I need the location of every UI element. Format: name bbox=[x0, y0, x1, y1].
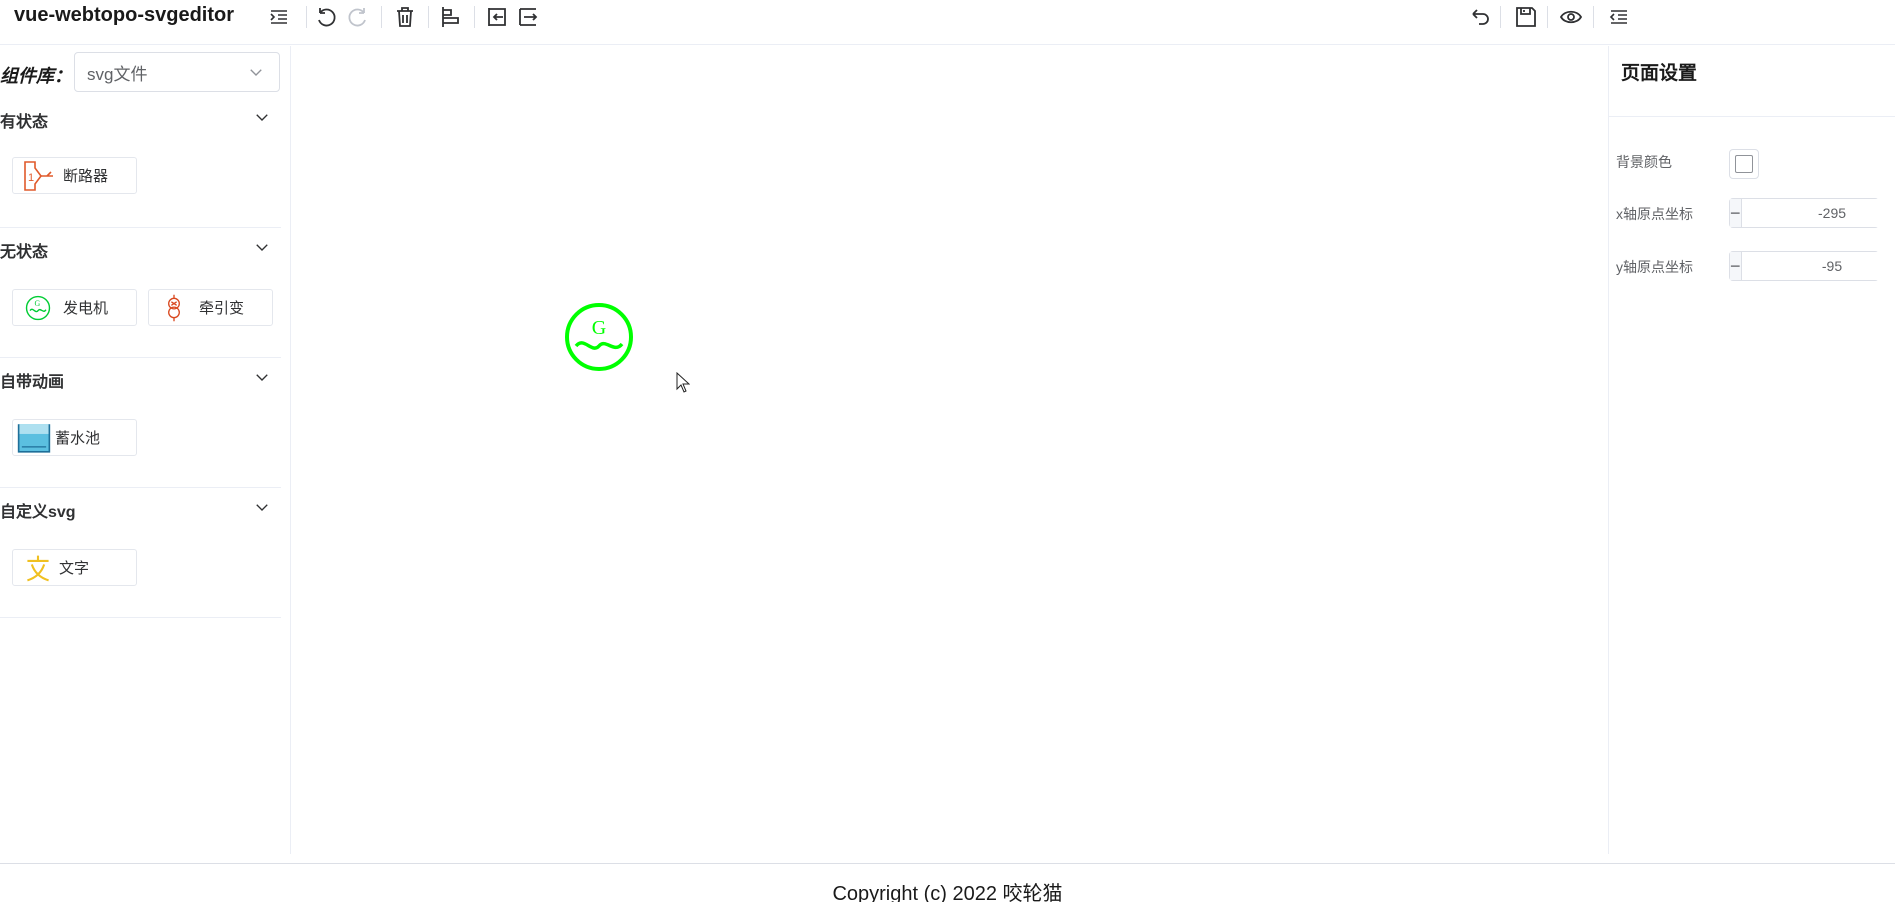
color-swatch bbox=[1735, 155, 1753, 173]
mouse-cursor-icon bbox=[676, 372, 690, 393]
component-item-circuit-breaker[interactable]: 1 断路器 bbox=[12, 157, 137, 194]
indent-icon[interactable] bbox=[266, 4, 292, 30]
category-title: 无状态 bbox=[0, 244, 49, 261]
component-label: 文字 bbox=[59, 560, 90, 577]
chevron-down-icon[interactable] bbox=[253, 238, 271, 256]
generator-icon: G bbox=[21, 291, 55, 325]
return-icon[interactable] bbox=[1467, 4, 1493, 30]
category-title: 有状态 bbox=[0, 114, 49, 131]
category-title: 自带动画 bbox=[0, 374, 65, 391]
library-select[interactable]: svg文件 bbox=[74, 52, 280, 92]
category-header[interactable]: 无状态 bbox=[0, 228, 281, 268]
undo-icon[interactable] bbox=[313, 4, 339, 30]
y-origin-stepper: − + bbox=[1729, 251, 1895, 281]
component-library-panel: 组件库： svg文件 有状态 1 断路器 无状态 G 发电机 牵引变 自带动画 … bbox=[0, 46, 291, 854]
redo-icon[interactable] bbox=[345, 4, 371, 30]
copyright-text: Copyright (c) 2022 咬轮猫 bbox=[832, 883, 1063, 902]
x-origin-label: x轴原点坐标 bbox=[1616, 206, 1693, 222]
component-label: 蓄水池 bbox=[55, 430, 101, 447]
category-title: 自定义svg bbox=[0, 504, 76, 521]
category-animated: 自带动画 蓄水池 bbox=[0, 358, 281, 488]
app-root: vue-webtopo-svgeditor 组件库： svg文件 有状态 1 断… bbox=[0, 0, 1895, 902]
category-header[interactable]: 自定义svg bbox=[0, 488, 281, 528]
svg-text:1: 1 bbox=[28, 172, 34, 184]
traction-transformer-icon bbox=[157, 291, 191, 325]
library-select-value: svg文件 bbox=[87, 64, 148, 84]
delete-icon[interactable] bbox=[392, 4, 418, 30]
outdent-icon[interactable] bbox=[1606, 4, 1632, 30]
y-origin-label: y轴原点坐标 bbox=[1616, 259, 1693, 275]
reservoir-icon bbox=[17, 421, 51, 455]
category-stateful: 有状态 1 断路器 bbox=[0, 98, 281, 228]
chevron-down-icon bbox=[250, 69, 262, 76]
category-header[interactable]: 自带动画 bbox=[0, 358, 281, 398]
y-origin-input[interactable] bbox=[1741, 252, 1895, 280]
component-label: 发电机 bbox=[63, 300, 109, 317]
bg-color-picker[interactable] bbox=[1729, 149, 1759, 179]
bg-color-label: 背景颜色 bbox=[1616, 154, 1672, 170]
category-header[interactable]: 有状态 bbox=[0, 98, 281, 138]
component-label: 牵引变 bbox=[199, 300, 245, 317]
divider bbox=[1609, 116, 1895, 117]
text-icon bbox=[21, 551, 55, 585]
component-label: 断路器 bbox=[63, 168, 109, 185]
component-item-reservoir[interactable]: 蓄水池 bbox=[12, 419, 137, 456]
chevron-down-icon[interactable] bbox=[253, 498, 271, 516]
placed-generator-label: G bbox=[592, 317, 606, 339]
x-origin-input[interactable] bbox=[1741, 199, 1895, 227]
header-toolbar: vue-webtopo-svgeditor bbox=[0, 0, 1895, 45]
library-label: 组件库： bbox=[0, 66, 72, 86]
align-icon[interactable] bbox=[438, 4, 464, 30]
chevron-down-icon[interactable] bbox=[253, 368, 271, 386]
move-right-icon[interactable] bbox=[515, 4, 541, 30]
component-item-traction-transformer[interactable]: 牵引变 bbox=[148, 289, 273, 326]
category-custom-svg: 自定义svg 文字 bbox=[0, 488, 281, 618]
page-settings-panel: 页面设置 背景颜色 x轴原点坐标 − + y轴原点坐标 − + bbox=[1608, 46, 1895, 854]
category-stateless: 无状态 G 发电机 牵引变 bbox=[0, 228, 281, 358]
decrement-button[interactable]: − bbox=[1730, 252, 1742, 280]
footer: Copyright (c) 2022 咬轮猫 bbox=[0, 863, 1895, 902]
move-left-icon[interactable] bbox=[484, 4, 510, 30]
decrement-button[interactable]: − bbox=[1730, 199, 1742, 227]
preview-icon[interactable] bbox=[1558, 4, 1584, 30]
svg-text:G: G bbox=[34, 299, 40, 308]
component-item-generator[interactable]: G 发电机 bbox=[12, 289, 137, 326]
app-title: vue-webtopo-svgeditor bbox=[14, 4, 235, 26]
editor-canvas[interactable]: G bbox=[292, 46, 1607, 854]
x-origin-stepper: − + bbox=[1729, 198, 1895, 228]
circuit-breaker-icon: 1 bbox=[21, 159, 55, 193]
panel-title: 页面设置 bbox=[1621, 63, 1698, 84]
save-icon[interactable] bbox=[1513, 4, 1539, 30]
chevron-down-icon[interactable] bbox=[253, 108, 271, 126]
component-item-text[interactable]: 文字 bbox=[12, 549, 137, 586]
placed-generator[interactable]: G bbox=[564, 302, 634, 372]
